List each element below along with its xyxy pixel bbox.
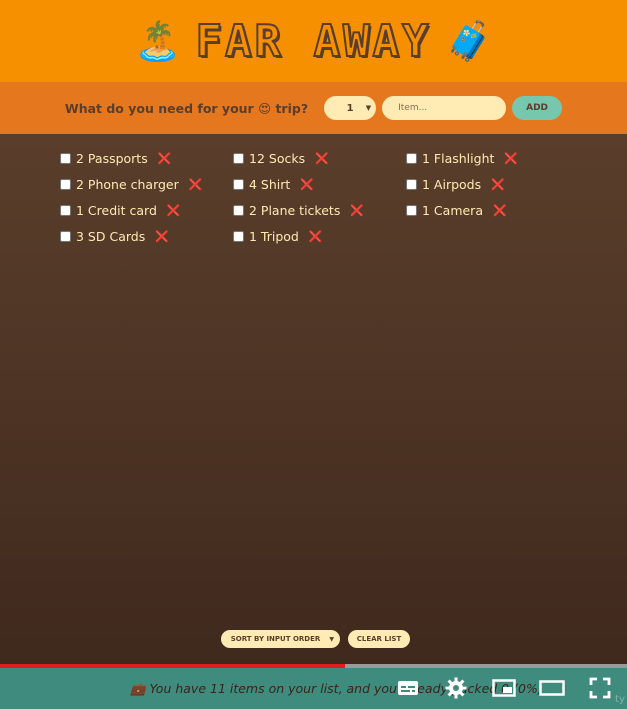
delete-icon[interactable]: ❌ bbox=[491, 178, 505, 191]
chevron-down-icon: ▼ bbox=[365, 104, 372, 112]
item-label: 1 Credit card bbox=[76, 203, 157, 218]
add-button[interactable]: ADD bbox=[512, 96, 563, 120]
list-item: 1 Tripod ❌ bbox=[233, 228, 406, 245]
list-item: 2 Plane tickets ❌ bbox=[233, 202, 406, 219]
packed-checkbox[interactable] bbox=[60, 231, 71, 242]
miniplayer-icon[interactable] bbox=[491, 676, 517, 700]
item-label: 2 Plane tickets bbox=[249, 203, 341, 218]
delete-icon[interactable]: ❌ bbox=[300, 178, 314, 191]
item-label: 12 Socks bbox=[249, 151, 306, 166]
item-label: 1 Camera bbox=[422, 203, 483, 218]
list-item: 2 Phone charger ❌ bbox=[60, 176, 233, 193]
packed-checkbox[interactable] bbox=[406, 179, 417, 190]
list-item: 4 Shirt ❌ bbox=[233, 176, 406, 193]
clear-list-button[interactable]: CLEAR LIST bbox=[348, 630, 410, 648]
delete-icon[interactable]: ❌ bbox=[158, 152, 172, 165]
packed-checkbox[interactable] bbox=[406, 205, 417, 216]
quantity-select[interactable]: 1 ▼ bbox=[324, 96, 377, 120]
packed-checkbox[interactable] bbox=[233, 153, 244, 164]
packed-checkbox[interactable] bbox=[60, 205, 71, 216]
settings-gear-icon[interactable] bbox=[443, 676, 469, 700]
quantity-value: 1 bbox=[346, 102, 354, 114]
list-item: 3 SD Cards ❌ bbox=[60, 228, 233, 245]
packed-checkbox[interactable] bbox=[233, 205, 244, 216]
subtitles-icon[interactable] bbox=[395, 676, 421, 700]
list-item: 1 Camera ❌ bbox=[406, 202, 579, 219]
list-item: 1 Airpods ❌ bbox=[406, 176, 579, 193]
app-header: 🏝️ FAR AWAY 🧳 bbox=[0, 0, 627, 82]
packed-checkbox[interactable] bbox=[406, 153, 417, 164]
list-actions: SORT BY INPUT ORDER ▼ CLEAR LIST bbox=[221, 630, 410, 648]
island-icon: 🏝️ bbox=[134, 19, 182, 63]
list-item: 2 Passports ❌ bbox=[60, 150, 233, 167]
item-label: 4 Shirt bbox=[249, 177, 291, 192]
theater-mode-icon[interactable] bbox=[539, 676, 565, 700]
item-label: 2 Passports bbox=[76, 151, 148, 166]
list-item: 1 Credit card ❌ bbox=[60, 202, 233, 219]
delete-icon[interactable]: ❌ bbox=[167, 204, 181, 217]
item-label: 1 Tripod bbox=[249, 229, 299, 244]
logo: 🏝️ FAR AWAY 🧳 bbox=[134, 15, 493, 68]
app-title: FAR AWAY bbox=[195, 15, 432, 68]
packed-checkbox[interactable] bbox=[233, 179, 244, 190]
delete-icon[interactable]: ❌ bbox=[350, 204, 364, 217]
sort-select-value: SORT BY INPUT ORDER bbox=[230, 635, 321, 643]
packing-list: 2 Passports ❌ 12 Socks ❌ 1 Flashlight ❌ … bbox=[60, 150, 579, 245]
delete-icon[interactable]: ❌ bbox=[155, 230, 169, 243]
packed-checkbox[interactable] bbox=[233, 231, 244, 242]
delete-icon[interactable]: ❌ bbox=[309, 230, 323, 243]
packed-checkbox[interactable] bbox=[60, 179, 71, 190]
delete-icon[interactable]: ❌ bbox=[504, 152, 518, 165]
item-input[interactable] bbox=[382, 96, 507, 120]
suitcase-icon: 🧳 bbox=[445, 19, 493, 63]
add-item-form: What do you need for your 😍 trip? 1 ▼ AD… bbox=[0, 82, 627, 134]
packing-list-area: 2 Passports ❌ 12 Socks ❌ 1 Flashlight ❌ … bbox=[0, 134, 627, 669]
delete-icon[interactable]: ❌ bbox=[493, 204, 507, 217]
packed-checkbox[interactable] bbox=[60, 153, 71, 164]
item-label: 3 SD Cards bbox=[76, 229, 146, 244]
item-label: 2 Phone charger bbox=[76, 177, 179, 192]
sort-select[interactable]: SORT BY INPUT ORDER ▼ bbox=[221, 630, 340, 648]
watermark: ty bbox=[615, 694, 625, 705]
list-item: 1 Flashlight ❌ bbox=[406, 150, 579, 167]
fullscreen-icon[interactable] bbox=[587, 676, 613, 700]
item-label: 1 Flashlight bbox=[422, 151, 495, 166]
form-prompt: What do you need for your 😍 trip? bbox=[64, 100, 309, 116]
delete-icon[interactable]: ❌ bbox=[315, 152, 329, 165]
video-controls bbox=[395, 676, 613, 700]
item-label: 1 Airpods bbox=[422, 177, 482, 192]
delete-icon[interactable]: ❌ bbox=[189, 178, 203, 191]
list-item: 12 Socks ❌ bbox=[233, 150, 406, 167]
chevron-down-icon: ▼ bbox=[329, 635, 334, 643]
